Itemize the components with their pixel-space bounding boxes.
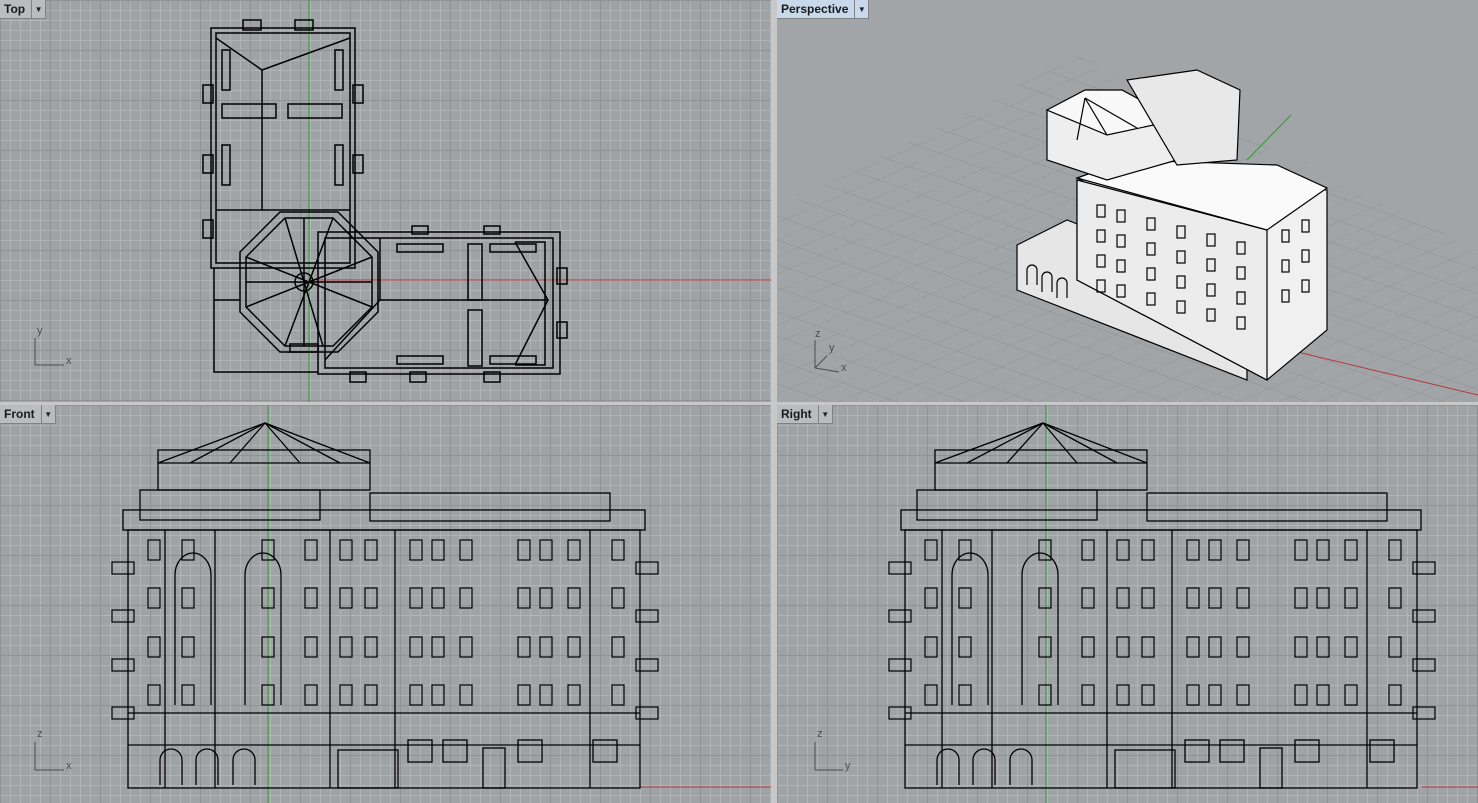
- viewport-right[interactable]: Right ▼ z y: [777, 405, 1478, 803]
- viewport-title-label: Perspective: [781, 2, 849, 16]
- perspective-scene: [777, 55, 1478, 402]
- dropdown-arrow-icon[interactable]: ▼: [31, 0, 45, 18]
- dropdown-arrow-icon[interactable]: ▼: [817, 405, 832, 423]
- viewport-top-title[interactable]: Top ▼: [0, 0, 47, 19]
- dropdown-arrow-icon[interactable]: ▼: [40, 405, 55, 423]
- top-scene: [34, 0, 771, 402]
- axis-label-z: z: [37, 728, 43, 740]
- viewport-title-label: Top: [4, 2, 26, 16]
- axis-label-x: x: [66, 355, 72, 367]
- axis-label-x: x: [66, 760, 72, 772]
- dropdown-arrow-icon[interactable]: ▼: [854, 0, 868, 18]
- front-scene: [34, 405, 771, 803]
- axis-label-y: y: [845, 760, 851, 772]
- right-scene: [814, 405, 1478, 803]
- viewport-front[interactable]: Front ▼ z x: [0, 405, 771, 803]
- axis-label-x: x: [841, 362, 847, 374]
- viewport-perspective[interactable]: Perspective ▼ z y x: [777, 0, 1478, 402]
- viewport-front-title[interactable]: Front ▼: [0, 405, 56, 424]
- viewport-title-label: Front: [4, 407, 35, 421]
- axis-label-y: y: [829, 342, 835, 354]
- axis-label-y: y: [37, 325, 43, 337]
- axis-label-z: z: [815, 328, 821, 340]
- viewport-perspective-title[interactable]: Perspective ▼: [777, 0, 870, 19]
- viewport-top[interactable]: Top ▼ y x: [0, 0, 771, 402]
- axis-label-z: z: [817, 728, 823, 740]
- viewport-title-label: Right: [781, 407, 812, 421]
- viewport-right-title[interactable]: Right ▼: [777, 405, 833, 424]
